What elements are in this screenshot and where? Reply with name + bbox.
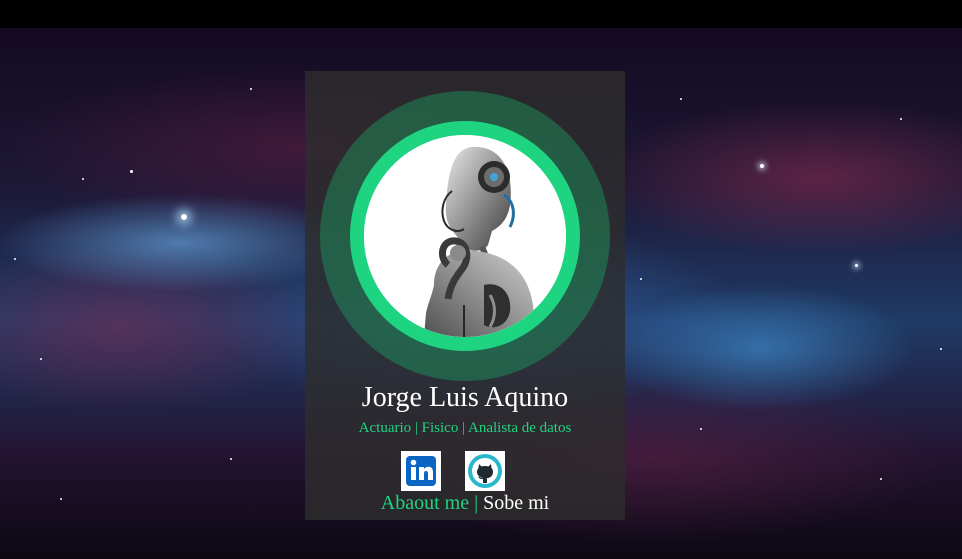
avatar-ring [350,121,580,351]
star [640,278,642,280]
star [760,164,764,168]
star [855,264,858,267]
robot-portrait-image [364,135,566,337]
footer-links: Abaout me | Sobe mi [305,491,625,515]
linkedin-icon [406,456,436,486]
profile-roles: Actuario | Fisico | Analista de datos [358,420,572,436]
star [230,458,232,460]
star [82,178,84,180]
social-links [401,451,511,491]
star [680,98,682,100]
star [900,118,902,120]
about-me-link[interactable]: Abaout me [381,492,469,514]
star [40,358,42,360]
star [700,428,702,430]
star [880,478,882,480]
profile-card: Jorge Luis Aquino Actuario | Fisico | An… [305,71,625,520]
star [250,88,252,90]
bright-star [181,214,187,220]
profile-name: Jorge Luis Aquino [361,382,569,413]
github-link[interactable] [465,451,505,491]
avatar [364,135,566,337]
sobre-mi-link[interactable]: Sobe mi [483,492,549,514]
linkedin-link[interactable] [401,451,441,491]
star [14,258,16,260]
link-separator: | [474,492,479,514]
star [60,498,62,500]
avatar-halo [320,91,610,381]
star [940,348,942,350]
github-icon [468,454,502,488]
top-bar [0,0,962,28]
star [130,170,133,173]
